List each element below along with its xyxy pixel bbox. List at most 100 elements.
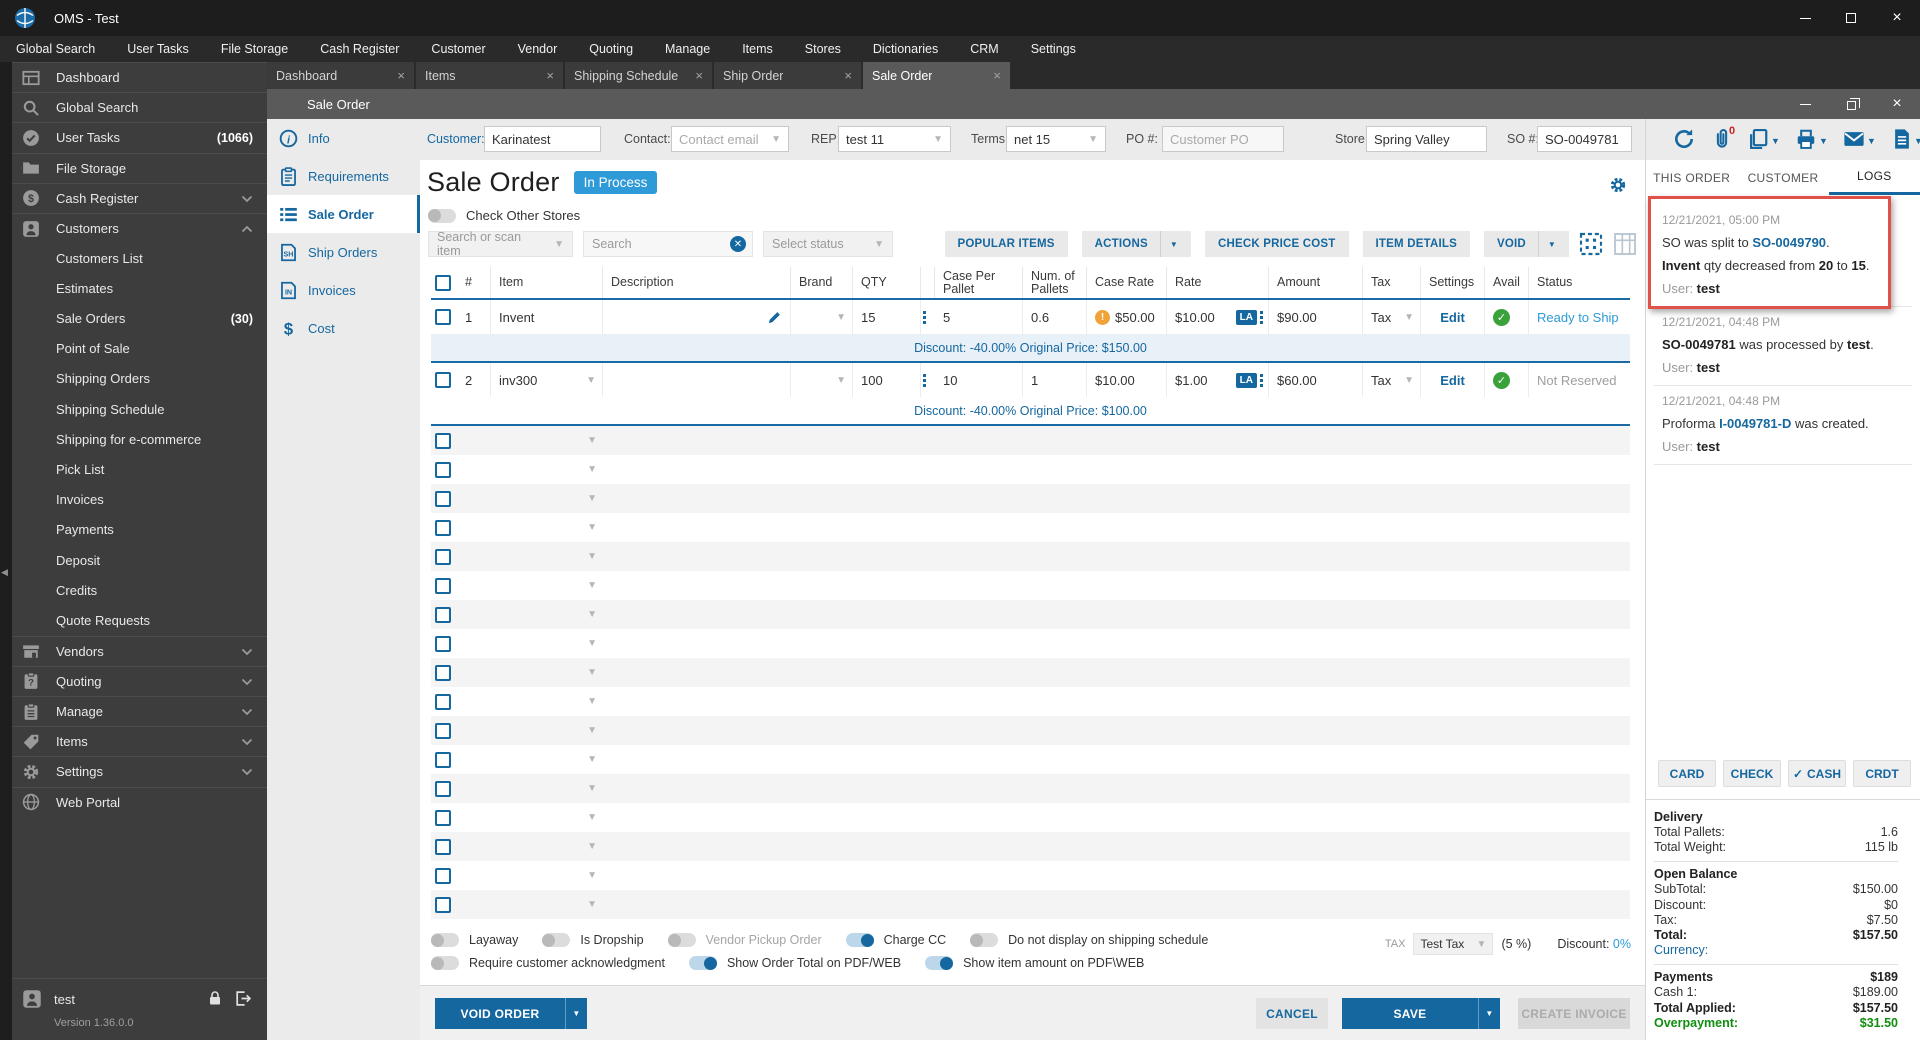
chevron-down-icon[interactable]: ▼ bbox=[587, 522, 603, 533]
cell-qty[interactable]: 100 bbox=[853, 363, 921, 397]
column-header-description[interactable]: Description bbox=[603, 267, 791, 298]
minimize-icon[interactable] bbox=[1782, 0, 1828, 36]
clear-search-icon[interactable]: ✕ bbox=[730, 236, 746, 252]
row-checkbox[interactable] bbox=[435, 867, 451, 884]
cell-item[interactable]: ▼ bbox=[491, 716, 603, 745]
cell-item[interactable]: inv300 ▼ bbox=[491, 363, 603, 397]
tab-items[interactable]: Items × bbox=[416, 62, 563, 89]
cell-brand[interactable]: ▼ bbox=[791, 300, 853, 334]
empty-table-row[interactable]: ▼ bbox=[431, 484, 1630, 513]
save-dropdown-icon[interactable]: ▼ bbox=[1478, 998, 1500, 1029]
panel-tab-customer[interactable]: CUSTOMER bbox=[1737, 160, 1828, 195]
chevron-down-icon[interactable]: ▼ bbox=[587, 580, 603, 591]
row-checkbox[interactable] bbox=[435, 606, 451, 623]
empty-table-row[interactable]: ▼ bbox=[431, 513, 1630, 542]
cell-item[interactable]: ▼ bbox=[491, 426, 603, 455]
row-checkbox[interactable] bbox=[435, 372, 451, 388]
log-link[interactable]: I-0049781-D bbox=[1719, 416, 1791, 431]
save-button[interactable]: SAVE ▼ bbox=[1342, 998, 1500, 1029]
payment-card-button[interactable]: CARD bbox=[1658, 760, 1716, 787]
row-checkbox[interactable] bbox=[435, 780, 451, 797]
dropdown-icon[interactable]: ▼ bbox=[1537, 231, 1556, 257]
sidebar-item-shipping-for-e-commerce[interactable]: Shipping for e-commerce bbox=[12, 424, 267, 454]
customer-input[interactable] bbox=[484, 126, 601, 152]
toggle-charge-cc[interactable]: Charge CC bbox=[845, 933, 946, 947]
nav-sale-order[interactable]: Sale Order bbox=[267, 195, 420, 233]
row-checkbox[interactable] bbox=[435, 432, 451, 449]
column-header-case-rate[interactable]: Case Rate bbox=[1087, 267, 1167, 298]
cell-settings[interactable]: Edit bbox=[1421, 363, 1485, 397]
sidebar-item-sale-orders[interactable]: Sale Orders (30) bbox=[12, 304, 267, 334]
menu-customer[interactable]: Customer bbox=[415, 36, 501, 62]
chevron-down-icon[interactable]: ▼ bbox=[836, 375, 852, 386]
empty-table-row[interactable]: ▼ bbox=[431, 600, 1630, 629]
column-header-case-per-pallet[interactable]: Case Per Pallet bbox=[935, 267, 1023, 298]
totals-row-currency[interactable]: Currency: bbox=[1654, 943, 1898, 958]
sidebar-item-estimates[interactable]: Estimates bbox=[12, 273, 267, 303]
cell-status[interactable]: Not Reserved bbox=[1529, 363, 1630, 397]
cell-case-rate[interactable]: $10.00 bbox=[1087, 363, 1167, 397]
table-row[interactable]: 2 inv300 ▼ ▼ 100 10 1 $10.00 $1.00 LA $60.00 Tax ▼ Ed… bbox=[431, 363, 1630, 397]
popular-items-button[interactable]: POPULAR ITEMS bbox=[944, 231, 1068, 257]
chevron-down-icon[interactable]: ▼ bbox=[836, 312, 852, 323]
grid-select-icon[interactable] bbox=[1579, 232, 1603, 256]
cell-item[interactable]: ▼ bbox=[491, 571, 603, 600]
toggle-show-order-total-on-pdf-web[interactable]: Show Order Total on PDF/WEB bbox=[688, 956, 901, 970]
status-select[interactable]: Select status ▼ bbox=[763, 231, 893, 257]
sidebar-item-customers-list[interactable]: Customers List bbox=[12, 243, 267, 273]
sidebar-item-invoices[interactable]: Invoices bbox=[12, 485, 267, 515]
toggle-switch[interactable] bbox=[667, 933, 696, 947]
search-input[interactable] bbox=[592, 237, 712, 251]
row-checkbox[interactable] bbox=[435, 896, 451, 913]
row-checkbox[interactable] bbox=[435, 838, 451, 855]
cell-case-per-pallet[interactable]: 10 bbox=[935, 363, 1023, 397]
table-row[interactable]: 1 Invent ▼ 15 5 0.6! $50.00 $10.00 LA $90.00 Tax ▼ E… bbox=[431, 300, 1630, 334]
chevron-down-icon[interactable]: ▼ bbox=[1404, 312, 1420, 323]
toggle-require-customer-acknowledgment[interactable]: Require customer acknowledgment bbox=[431, 956, 665, 970]
collapse-arrow-icon[interactable]: ◀ bbox=[1, 567, 8, 578]
void-button[interactable]: VOID ▼ bbox=[1483, 231, 1569, 257]
item-search-select[interactable]: Search or scan item ▼ bbox=[428, 230, 573, 258]
mail-dropdown-icon[interactable]: ▼ bbox=[1867, 136, 1876, 146]
log-link[interactable]: SO-0049790 bbox=[1752, 235, 1826, 250]
nav-ship-orders[interactable]: SH Ship Orders bbox=[267, 233, 420, 271]
row-checkbox[interactable] bbox=[435, 693, 451, 710]
row-checkbox[interactable] bbox=[435, 722, 451, 739]
dropdown-icon[interactable]: ▼ bbox=[1159, 231, 1178, 257]
cell-qty[interactable]: 15 bbox=[853, 300, 921, 334]
column-header-item[interactable]: Item bbox=[491, 267, 603, 298]
row-checkbox[interactable] bbox=[435, 751, 451, 768]
empty-table-row[interactable]: ▼ bbox=[431, 861, 1630, 890]
cell-item[interactable]: ▼ bbox=[491, 658, 603, 687]
logout-icon[interactable] bbox=[234, 990, 251, 1007]
row-checkbox[interactable] bbox=[435, 519, 451, 536]
sidebar-item-shipping-orders[interactable]: Shipping Orders bbox=[12, 364, 267, 394]
sidebar-item-quote-requests[interactable]: Quote Requests bbox=[12, 605, 267, 635]
cell-rate[interactable]: $10.00 LA bbox=[1167, 300, 1269, 334]
toggle-switch[interactable] bbox=[431, 956, 459, 970]
column-header-[interactable]: # bbox=[457, 267, 491, 298]
row-checkbox[interactable] bbox=[435, 548, 451, 565]
close-tab-icon[interactable]: × bbox=[540, 68, 554, 83]
chevron-down-icon[interactable]: ▼ bbox=[587, 551, 603, 562]
row-checkbox[interactable] bbox=[435, 577, 451, 594]
search-field[interactable]: ✕ bbox=[583, 231, 753, 257]
column-header-qty[interactable]: QTY bbox=[853, 267, 921, 298]
maximize-icon[interactable] bbox=[1828, 0, 1874, 36]
cell-description[interactable] bbox=[603, 363, 791, 397]
toggle-switch[interactable] bbox=[970, 933, 999, 947]
copy-dropdown-icon[interactable]: ▼ bbox=[1771, 136, 1780, 146]
cell-case-rate[interactable]: ! $50.00 bbox=[1087, 300, 1167, 334]
copy-icon[interactable] bbox=[1747, 128, 1769, 150]
empty-table-row[interactable]: ▼ bbox=[431, 571, 1630, 600]
toggle-is-dropship[interactable]: Is Dropship bbox=[542, 933, 644, 947]
row-drag-handle[interactable] bbox=[921, 363, 935, 397]
sidebar-item-manage[interactable]: Manage bbox=[12, 695, 267, 726]
select-all-checkbox[interactable] bbox=[435, 274, 451, 291]
empty-table-row[interactable]: ▼ bbox=[431, 774, 1630, 803]
cell-item[interactable]: ▼ bbox=[491, 861, 603, 890]
panel-tab-this-order[interactable]: THIS ORDER bbox=[1646, 160, 1737, 195]
minimize-icon[interactable] bbox=[1782, 89, 1828, 119]
cell-item[interactable]: ▼ bbox=[491, 484, 603, 513]
sidebar-item-point-of-sale[interactable]: Point of Sale bbox=[12, 334, 267, 364]
